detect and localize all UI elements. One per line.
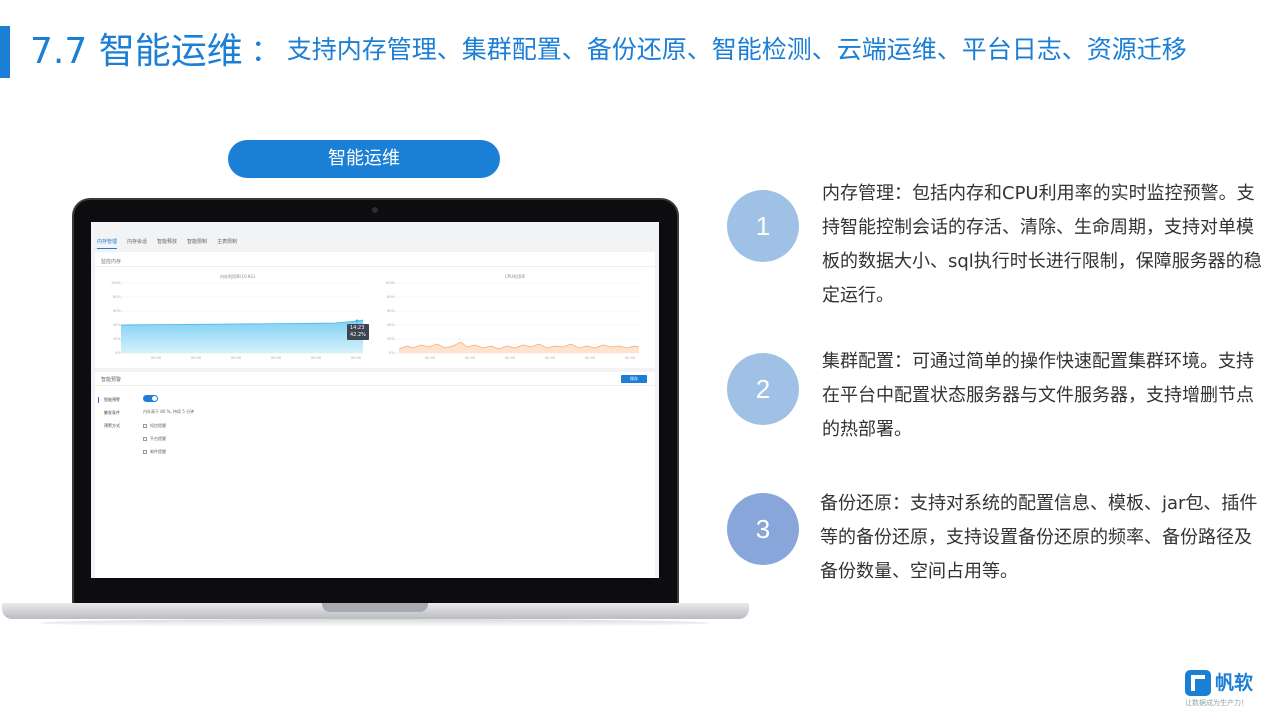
x-tick: 00:00 bbox=[231, 356, 242, 360]
app-tab: 主表限制 bbox=[217, 239, 238, 245]
cpu-chart-grid bbox=[395, 282, 640, 354]
slide-title: 7.7 智能运维：支持内存管理、集群配置、备份还原、智能检测、云端运维、平台日志… bbox=[30, 22, 1187, 74]
trigger-condition[interactable]: 内存高于 80 %, 持续 5 分钟 bbox=[143, 409, 194, 415]
active-marker bbox=[98, 397, 99, 403]
channel-checkbox[interactable]: 短信提醒 bbox=[143, 423, 166, 429]
chart-tooltip: 14:23 42.2% bbox=[347, 324, 369, 340]
app-tabs: 内存管理 内存会话 智能释放 智能限制 主表限制 bbox=[97, 238, 237, 249]
memory-point bbox=[355, 319, 359, 323]
channel-checkbox[interactable]: 邮件提醒 bbox=[143, 449, 166, 455]
y-tick: 40% bbox=[387, 323, 395, 327]
y-tick: 20% bbox=[113, 337, 121, 341]
feature-number-3: 3 bbox=[727, 493, 799, 565]
x-tick: 00:00 bbox=[351, 356, 362, 360]
y-tick: 80% bbox=[113, 295, 121, 299]
section-title: 7.7 智能运维 bbox=[30, 31, 243, 72]
brand-logo-icon bbox=[1185, 670, 1211, 696]
x-tick: 00:00 bbox=[465, 356, 476, 360]
x-tick: 00:00 bbox=[425, 356, 436, 360]
title-accent-bar bbox=[0, 26, 10, 78]
x-tick: 00:00 bbox=[545, 356, 556, 360]
form-label: 触发条件 bbox=[104, 410, 120, 415]
channel-label: 短信提醒 bbox=[150, 423, 166, 428]
y-tick: 80% bbox=[387, 295, 395, 299]
monitor-charts-svg bbox=[120, 282, 640, 354]
x-tick: 00:00 bbox=[151, 356, 162, 360]
feature-pill-label: 智能运维 bbox=[228, 140, 500, 178]
form-label: 智能预警 bbox=[104, 397, 120, 402]
laptop-notch bbox=[322, 603, 428, 612]
brand-slogan: 让数据成为生产力！ bbox=[1185, 699, 1248, 707]
feature-desc-3: 备份还原：支持对系统的配置信息、模板、jar包、插件等的备份还原，支持设置备份还… bbox=[820, 493, 1258, 582]
laptop-shadow bbox=[40, 619, 710, 627]
slide: 7.7 智能运维：支持内存管理、集群配置、备份还原、智能检测、云端运维、平台日志… bbox=[0, 0, 1280, 720]
y-tick: 20% bbox=[387, 337, 395, 341]
checkbox-box[interactable] bbox=[143, 437, 147, 441]
app-tab: 内存管理 bbox=[97, 238, 118, 249]
laptop-screen: 内存管理 内存会话 智能释放 智能限制 主表限制 监控内存 内存利用率(10.8… bbox=[91, 222, 659, 578]
y-tick: 0% bbox=[389, 351, 395, 355]
panel-divider bbox=[95, 385, 655, 386]
y-tick: 60% bbox=[387, 309, 395, 313]
x-tick: 00:00 bbox=[191, 356, 202, 360]
channel-label: 邮件提醒 bbox=[150, 449, 166, 454]
x-tick: 00:00 bbox=[271, 356, 282, 360]
y-tick: 100% bbox=[385, 281, 396, 285]
checkbox-box[interactable] bbox=[143, 424, 147, 428]
checkbox-box[interactable] bbox=[143, 450, 147, 454]
feature-desc-1: 内存管理：包括内存和CPU利用率的实时监控预警。支持智能控制会话的存活、清除、生… bbox=[822, 183, 1262, 306]
cpu-area bbox=[399, 342, 639, 353]
form-label: 预警方式 bbox=[104, 423, 120, 428]
title-colon: ： bbox=[250, 34, 281, 69]
x-tick: 00:00 bbox=[625, 356, 636, 360]
x-tick: 00:00 bbox=[505, 356, 516, 360]
feature-number-1: 1 bbox=[727, 190, 799, 262]
y-tick: 100% bbox=[111, 281, 122, 285]
alarm-panel: 智能预警 保存 智能预警 触发条件 预警方式 内存高于 80 %, 持续 5 分… bbox=[95, 372, 655, 578]
tooltip-time: 14:23 bbox=[350, 325, 365, 331]
section-subtitle: 支持内存管理、集群配置、备份还原、智能检测、云端运维、平台日志、资源迁移 bbox=[286, 35, 1187, 64]
channel-checkbox[interactable]: 平台提醒 bbox=[143, 436, 166, 442]
channel-label: 平台提醒 bbox=[150, 436, 166, 441]
tooltip-value: 42.2% bbox=[350, 332, 366, 338]
cpu-chart-title: CPU利用率 bbox=[505, 274, 526, 279]
y-tick: 60% bbox=[113, 309, 121, 313]
alarm-toggle[interactable] bbox=[143, 395, 158, 402]
save-button[interactable]: 保存 bbox=[621, 375, 647, 383]
app-tab: 智能限制 bbox=[187, 239, 208, 245]
y-tick: 40% bbox=[113, 323, 121, 327]
monitor-panel: 监控内存 内存利用率(10.8G) CPU利用率 100% 80% 60% 40… bbox=[95, 252, 655, 368]
feature-number-2: 2 bbox=[727, 353, 799, 425]
brand-name: 帆软 bbox=[1215, 672, 1254, 694]
x-tick: 00:00 bbox=[311, 356, 322, 360]
ops-app-screenshot: 内存管理 内存会话 智能释放 智能限制 主表限制 监控内存 内存利用率(10.8… bbox=[91, 222, 659, 578]
laptop-camera bbox=[372, 207, 378, 213]
app-tab: 智能释放 bbox=[157, 239, 178, 245]
app-tab: 内存会话 bbox=[127, 239, 148, 245]
feature-desc-2: 集群配置：可通过简单的操作快速配置集群环境。支持在平台中配置状态服务器与文件服务… bbox=[822, 351, 1254, 440]
x-tick: 00:00 bbox=[585, 356, 596, 360]
y-tick: 0% bbox=[115, 351, 121, 355]
alarm-panel-title: 智能预警 bbox=[101, 377, 122, 383]
